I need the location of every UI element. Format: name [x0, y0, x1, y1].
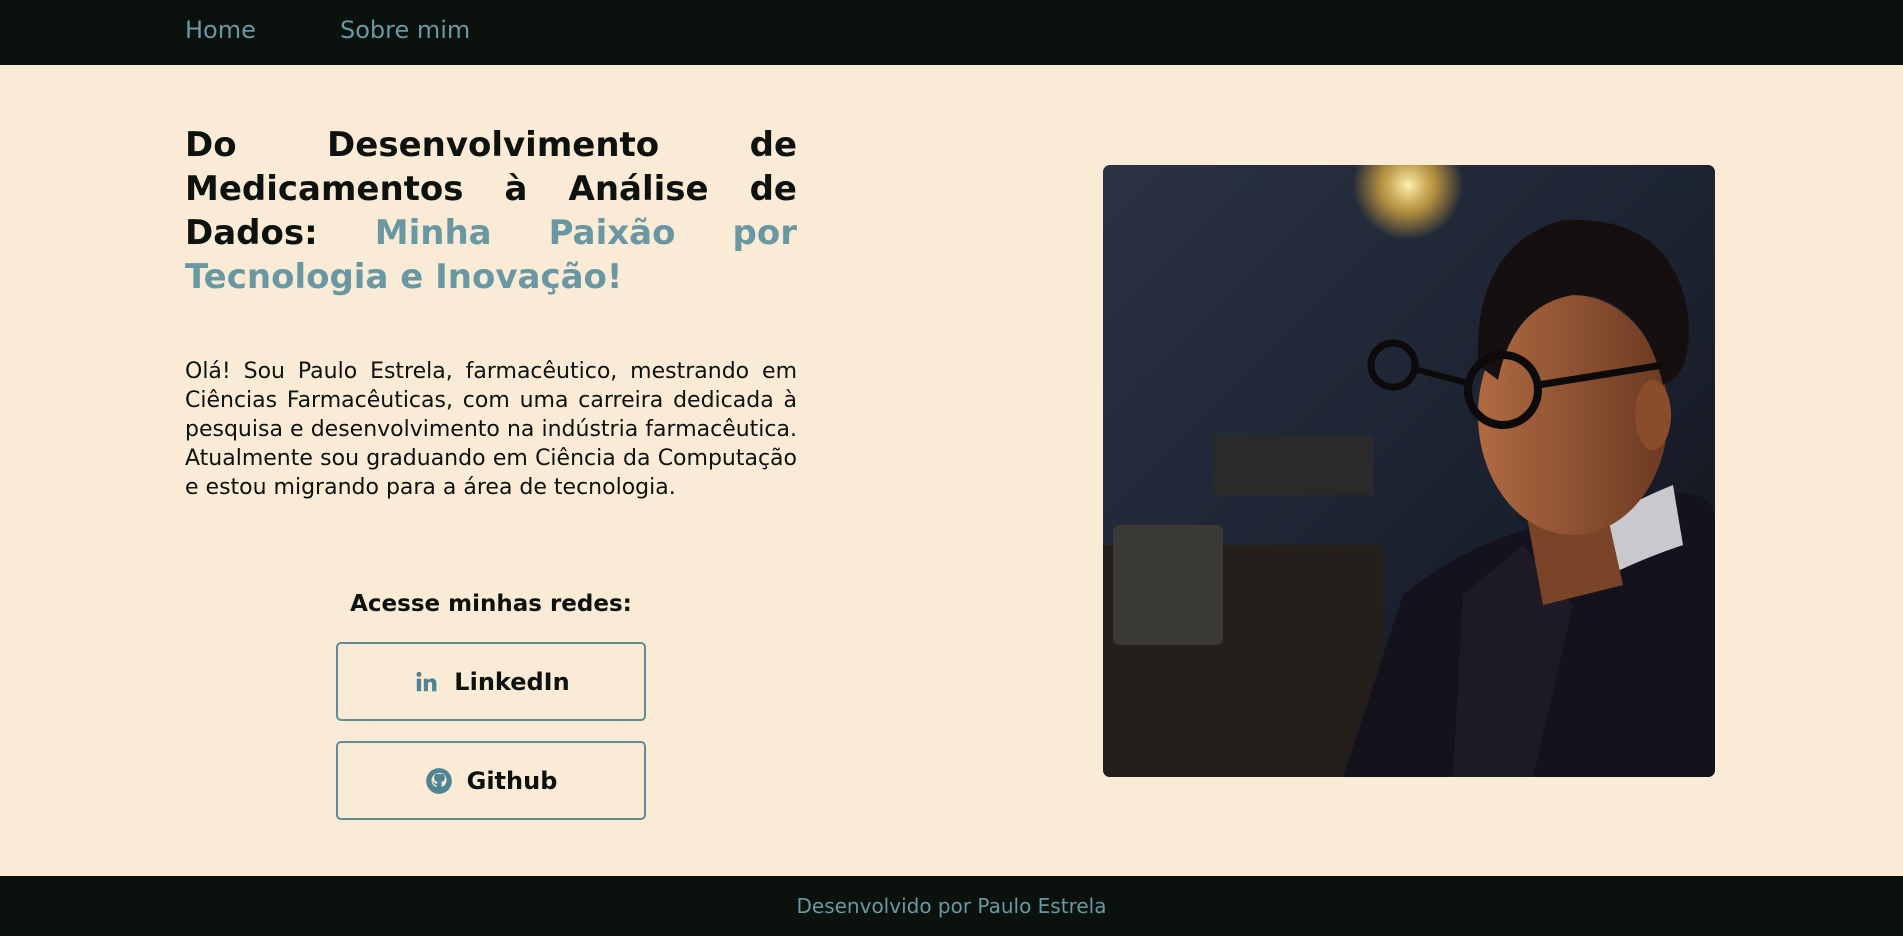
footer: Desenvolvido por Paulo Estrela: [0, 876, 1903, 936]
linkedin-icon: [412, 668, 440, 696]
nav-about-link[interactable]: Sobre mim: [340, 16, 470, 44]
github-button[interactable]: Github: [336, 741, 646, 820]
intro-paragraph: Olá! Sou Paulo Estrela, farmacêutico, me…: [185, 359, 797, 500]
github-icon: [425, 767, 453, 795]
nav-home-link[interactable]: Home: [185, 16, 256, 44]
page-title: Do Desenvolvimento de Medicamentos à Aná…: [185, 123, 797, 299]
social-title: Acesse minhas redes:: [350, 591, 632, 617]
github-label: Github: [466, 766, 558, 795]
top-navbar: Home Sobre mim: [0, 0, 1903, 65]
linkedin-label: LinkedIn: [454, 667, 570, 696]
footer-text: Desenvolvido por Paulo Estrela: [796, 894, 1107, 918]
hero-section: Do Desenvolvimento de Medicamentos à Aná…: [0, 65, 1903, 876]
profile-photo: [1103, 165, 1715, 777]
linkedin-button[interactable]: LinkedIn: [336, 642, 646, 721]
